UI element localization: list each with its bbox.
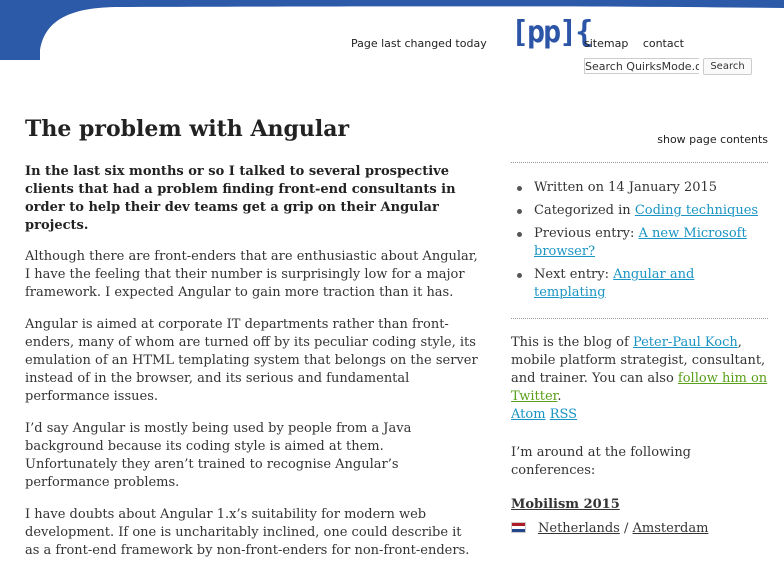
feed-links: Atom RSS	[511, 406, 768, 424]
page-title: The problem with Angular	[25, 116, 350, 142]
sitemap-link[interactable]: sitemap	[584, 37, 628, 50]
article-paragraph: I’d say Angular is mostly being used by …	[25, 421, 412, 490]
article-intro: In the last six months or so I talked to…	[25, 164, 456, 233]
header-corner-shape	[0, 0, 784, 60]
netherlands-flag-icon	[511, 522, 526, 533]
search-button[interactable]: Search	[703, 58, 752, 75]
entry-meta-list: Written on 14 January 2015 Categorized i…	[511, 179, 768, 302]
article-paragraph: Angular is aimed at corporate IT departm…	[25, 317, 478, 404]
sidebar-divider: This is the blog of Peter-Paul Koch, mob…	[511, 318, 768, 424]
article-paragraph: Although there are front-enders that are…	[25, 249, 478, 300]
sidebar-divider: Written on 14 January 2015 Categorized i…	[511, 162, 768, 318]
meta-previous: Previous entry: A new Microsoft browser?	[511, 225, 768, 261]
meta-written: Written on 14 January 2015	[511, 179, 768, 197]
contact-link[interactable]: contact	[643, 37, 684, 50]
show-page-contents-link[interactable]: show page contents	[657, 133, 768, 146]
meta-category: Categorized in Coding techniques	[511, 202, 768, 220]
conference-title[interactable]: Mobilism 2015	[511, 496, 768, 514]
atom-link[interactable]: Atom	[511, 407, 546, 422]
rss-link[interactable]: RSS	[550, 407, 577, 422]
top-links: sitemap contact	[584, 37, 695, 50]
category-link[interactable]: Coding techniques	[635, 203, 758, 218]
location-separator: /	[624, 521, 629, 536]
author-link[interactable]: Peter-Paul Koch	[633, 335, 738, 350]
search-input[interactable]	[584, 58, 699, 74]
country-link[interactable]: Netherlands	[538, 521, 620, 536]
article-paragraph: I have doubts about Angular 1.x’s suitab…	[25, 507, 470, 558]
conference-location: Netherlands / Amsterdam	[511, 520, 768, 538]
site-logo[interactable]: [pp]{	[511, 18, 593, 48]
city-link[interactable]: Amsterdam	[633, 521, 709, 536]
bio-text: This is the blog of Peter-Paul Koch, mob…	[511, 335, 768, 404]
meta-next: Next entry: Angular and templating	[511, 266, 768, 302]
last-changed-text: Page last changed today	[351, 37, 487, 50]
conferences-intro: I’m around at the following conferences:	[511, 445, 692, 478]
article-body: In the last six months or so I talked to…	[25, 163, 480, 574]
sidebar: Written on 14 January 2015 Categorized i…	[511, 162, 768, 538]
